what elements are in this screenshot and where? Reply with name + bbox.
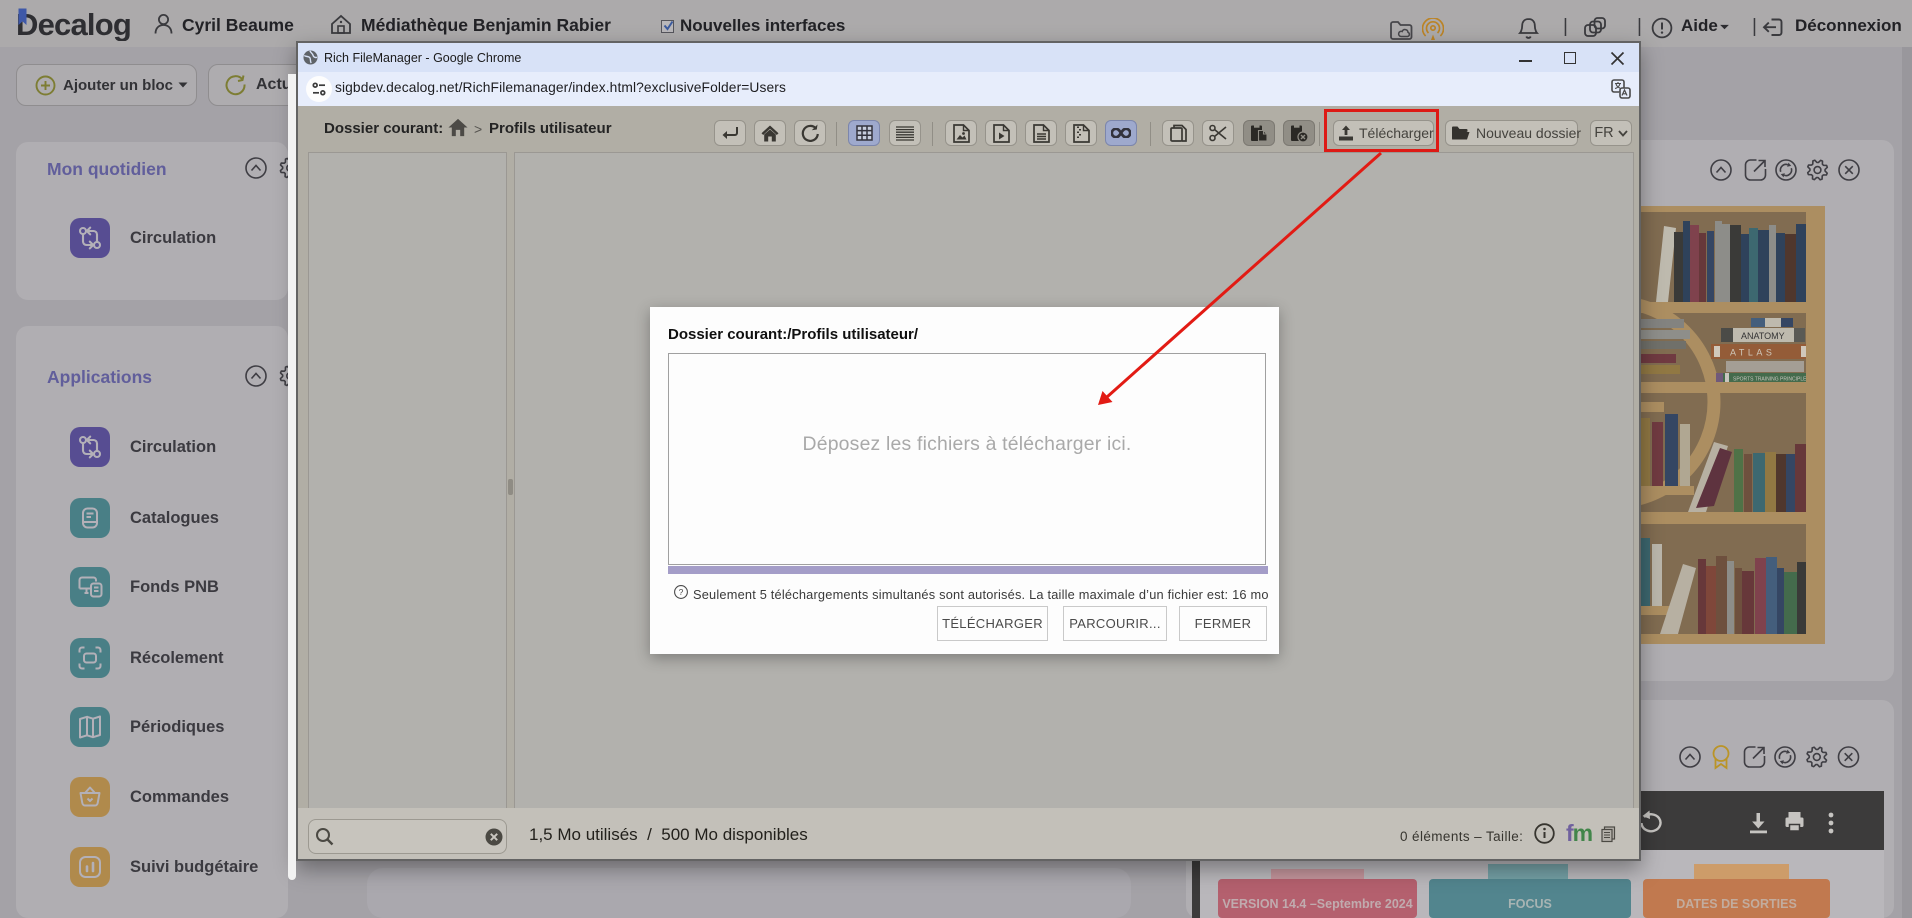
svg-text:?: ? <box>679 587 684 597</box>
svg-text:Decalog: Decalog <box>16 7 131 41</box>
